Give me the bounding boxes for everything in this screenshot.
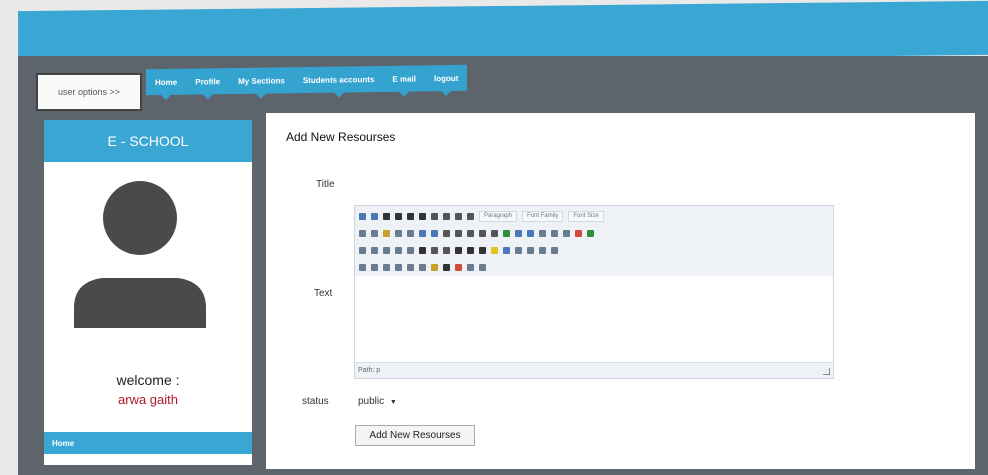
avatar-icon (68, 181, 212, 336)
main-panel: Add New Resourses Title Text Paragraph F… (266, 113, 975, 469)
nav-students-accounts[interactable]: Students accounts (294, 66, 384, 93)
paste-icon[interactable] (383, 229, 390, 237)
nav-profile[interactable]: Profile (186, 68, 229, 95)
status-value: public (358, 396, 385, 407)
format-select[interactable]: Paragraph (479, 210, 518, 222)
move-backward-icon[interactable] (383, 263, 390, 271)
copy-icon[interactable] (371, 229, 378, 237)
table-icon[interactable] (359, 246, 366, 254)
row-props-icon[interactable] (371, 246, 378, 254)
align-center-icon[interactable] (443, 212, 450, 220)
page-break-icon[interactable] (455, 263, 462, 271)
paste-text-icon[interactable] (395, 229, 402, 237)
insert-row-icon[interactable] (395, 246, 402, 254)
move-forward-icon[interactable] (371, 263, 378, 271)
replace-icon[interactable] (431, 229, 438, 237)
underline-icon[interactable] (407, 212, 414, 220)
delete-row-icon[interactable] (407, 246, 414, 254)
add-resource-button[interactable]: Add New Resourses (355, 425, 475, 446)
page-title: Add New Resourses (286, 130, 396, 144)
outdent-icon[interactable] (467, 229, 474, 237)
cleanup-icon[interactable] (551, 229, 558, 237)
toolbar-row-3 (359, 243, 563, 257)
cut-icon[interactable] (359, 229, 366, 237)
fullscreen-icon[interactable] (515, 246, 522, 254)
font-family-select[interactable]: Font Family (522, 210, 564, 222)
nav-my-sections[interactable]: My Sections (229, 67, 294, 94)
emoticon-icon[interactable] (491, 246, 498, 254)
special-char-icon[interactable] (479, 246, 486, 254)
italic-icon[interactable] (395, 212, 402, 220)
number-list-icon[interactable] (455, 229, 462, 237)
superscript-icon[interactable] (467, 246, 474, 254)
code-icon[interactable] (563, 229, 570, 237)
blockquote-icon[interactable] (491, 229, 498, 237)
welcome-label: welcome : (116, 372, 180, 388)
remove-format-icon[interactable] (431, 246, 438, 254)
toolbar-row-2 (359, 226, 599, 240)
align-justify-icon[interactable] (467, 212, 474, 220)
rtl-icon[interactable] (539, 246, 546, 254)
font-size-select[interactable]: Font Size (568, 210, 604, 222)
media-icon[interactable] (503, 246, 510, 254)
nav-email[interactable]: E mail (383, 65, 425, 92)
status-label: status (302, 396, 329, 407)
title-field-label: Title (316, 179, 335, 190)
cell-props-icon[interactable] (383, 246, 390, 254)
link-icon[interactable] (515, 229, 522, 237)
text-field-label: Text (314, 288, 333, 299)
cite-icon[interactable] (419, 263, 426, 271)
style-props-icon[interactable] (407, 263, 414, 271)
main-nav: Home Profile My Sections Students accoun… (146, 64, 468, 96)
template-icon[interactable] (467, 263, 474, 271)
toolbar-row-1: Paragraph Font Family Font Size (359, 209, 609, 223)
nonbreaking-icon[interactable] (443, 263, 450, 271)
undo-icon[interactable] (359, 212, 366, 220)
subscript-icon[interactable] (455, 246, 462, 254)
user-options-button[interactable]: user options >> (36, 73, 142, 111)
anchor-icon[interactable] (503, 229, 510, 237)
horizontal-rule-icon[interactable] (419, 246, 426, 254)
toolbar-row-4 (359, 260, 491, 274)
rich-text-editor[interactable]: Paragraph Font Family Font Size Path: p (354, 205, 834, 379)
redo-icon[interactable] (371, 212, 378, 220)
find-icon[interactable] (419, 229, 426, 237)
align-left-icon[interactable] (431, 212, 438, 220)
nav-logout[interactable]: logout (425, 65, 467, 92)
strikethrough-icon[interactable] (419, 212, 426, 220)
school-title: E - SCHOOL (44, 120, 252, 162)
username: arwa gaith (118, 392, 178, 407)
editor-path: Path: p (358, 367, 381, 374)
attribs-icon[interactable] (431, 263, 438, 271)
align-right-icon[interactable] (455, 212, 462, 220)
nav-home[interactable]: Home (146, 69, 186, 96)
sidebar-item-home[interactable]: Home (44, 432, 252, 454)
absolute-icon[interactable] (395, 263, 402, 271)
status-select[interactable]: public ▼ (358, 396, 397, 407)
indent-icon[interactable] (479, 229, 486, 237)
sidebar: E - SCHOOL welcome : arwa gaith Home (44, 120, 252, 465)
resize-handle-icon[interactable] (823, 368, 830, 375)
chevron-down-icon: ▼ (389, 399, 397, 406)
highlight-color-icon[interactable] (587, 229, 594, 237)
editor-path-bar: Path: p (355, 362, 833, 378)
print-icon[interactable] (551, 246, 558, 254)
visual-aid-icon[interactable] (443, 246, 450, 254)
paste-word-icon[interactable] (407, 229, 414, 237)
image-icon[interactable] (539, 229, 546, 237)
unlink-icon[interactable] (527, 229, 534, 237)
pagebreak-icon[interactable] (479, 263, 486, 271)
editor-toolbar: Paragraph Font Family Font Size (355, 206, 833, 276)
bold-icon[interactable] (383, 212, 390, 220)
insert-layer-icon[interactable] (359, 263, 366, 271)
text-color-icon[interactable] (575, 229, 582, 237)
ltr-icon[interactable] (527, 246, 534, 254)
bullet-list-icon[interactable] (443, 229, 450, 237)
